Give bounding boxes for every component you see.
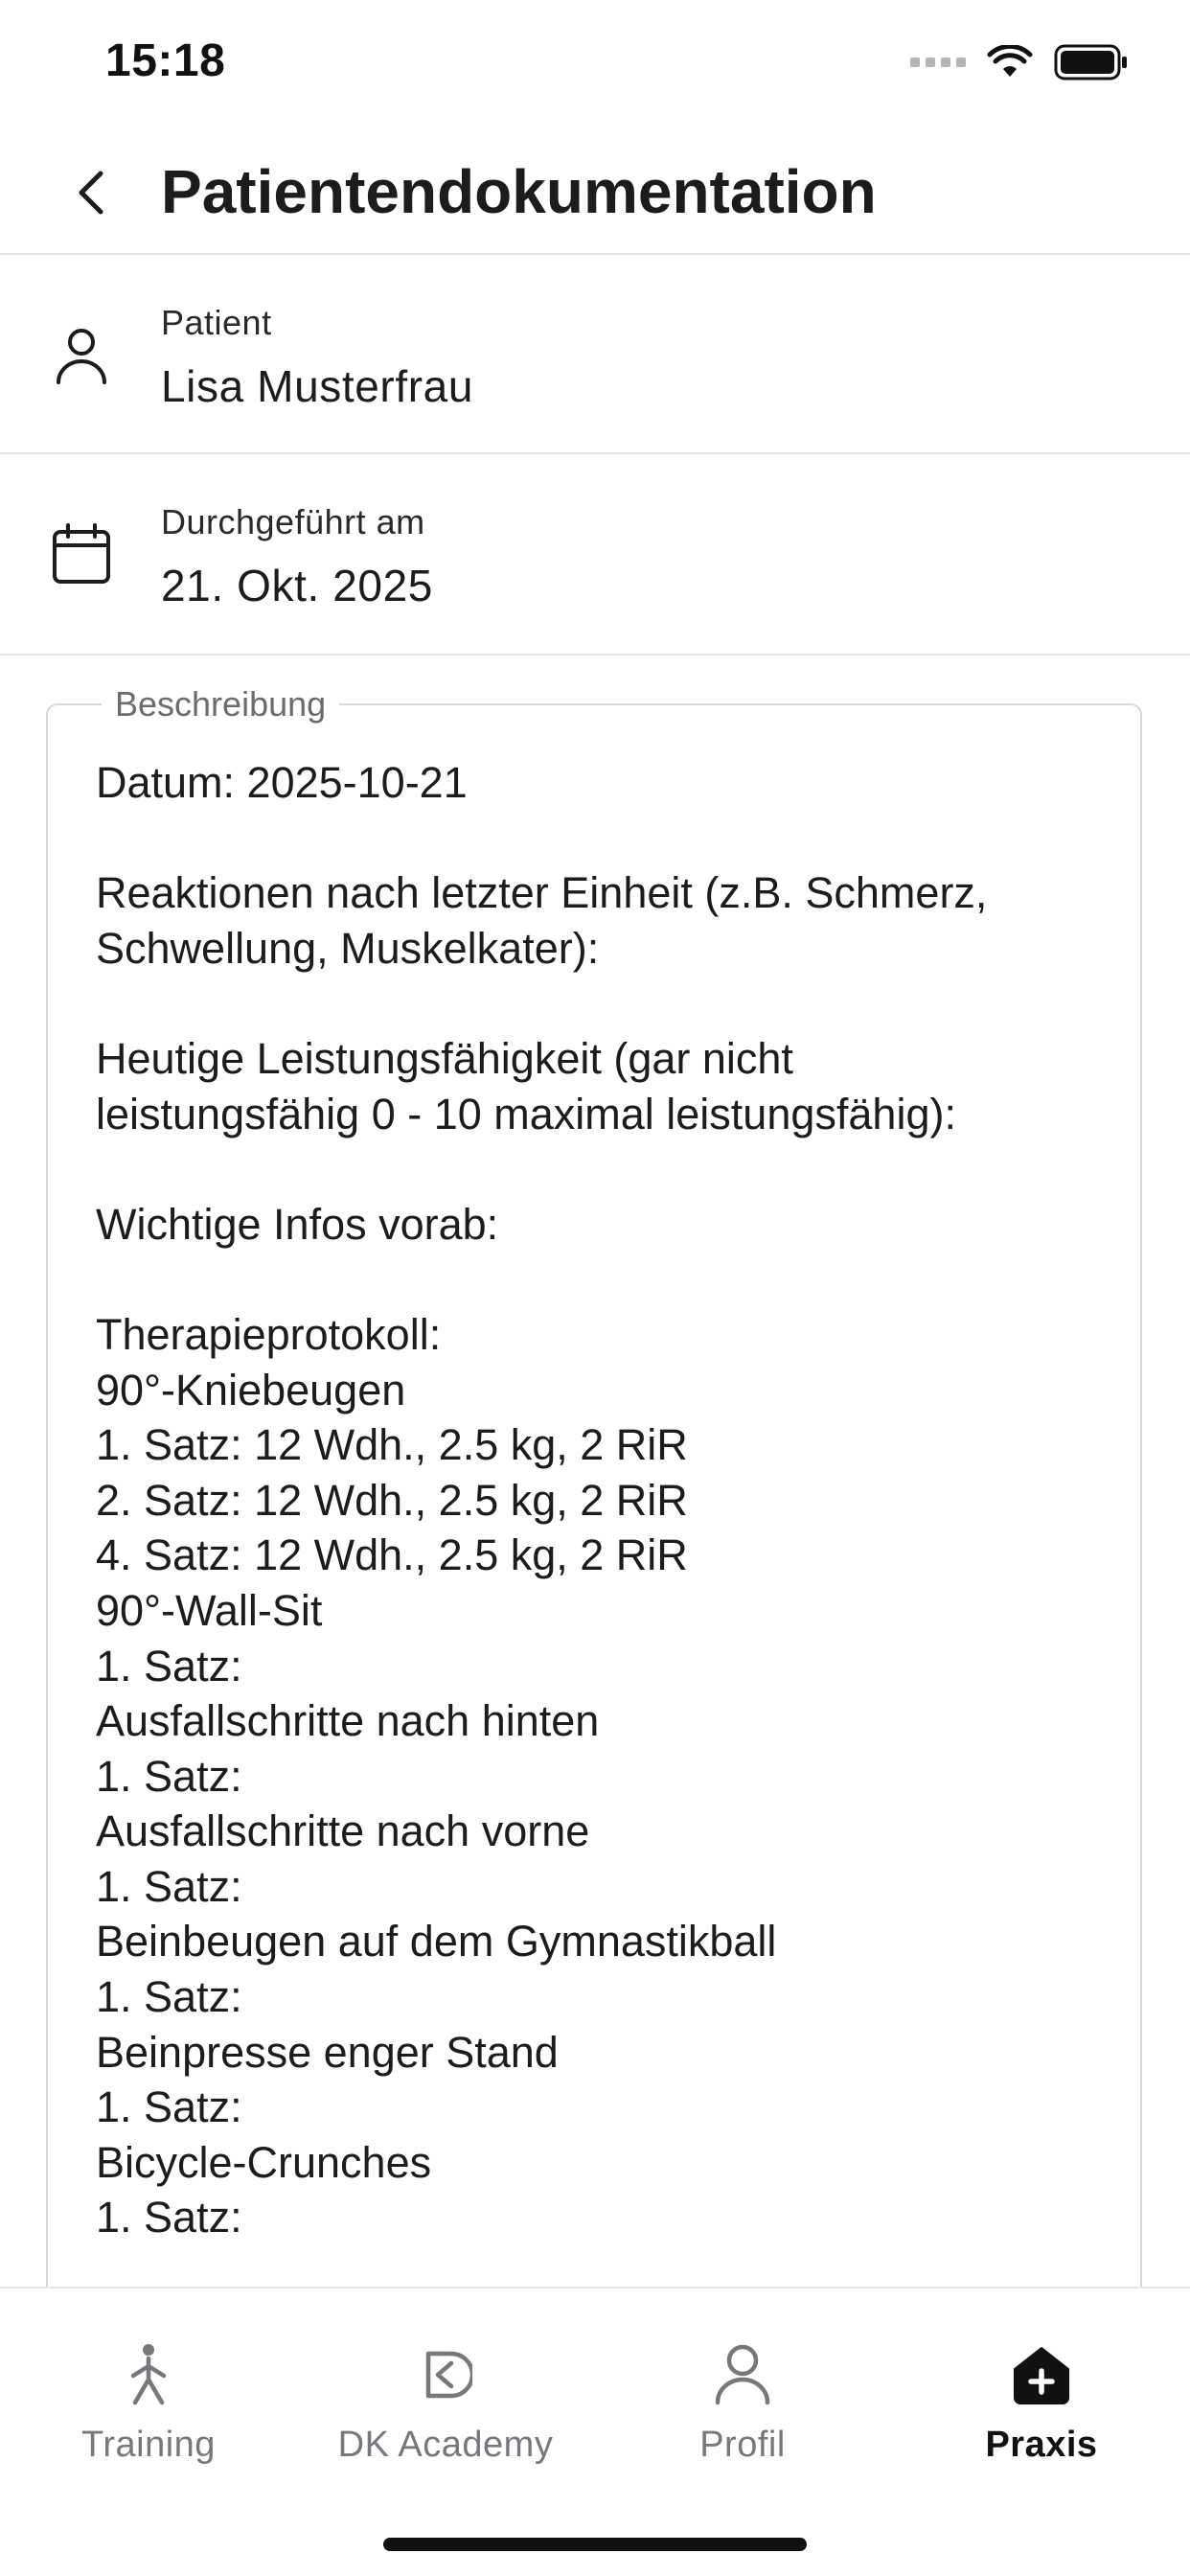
nav-item-training[interactable]: Training bbox=[5, 2336, 292, 2490]
nav-label-profil: Profil bbox=[699, 2425, 786, 2465]
nav-label-academy: DK Academy bbox=[337, 2425, 554, 2465]
academy-logo-icon bbox=[407, 2336, 484, 2413]
walking-person-icon bbox=[110, 2336, 187, 2413]
date-divider bbox=[0, 654, 1190, 656]
nav-label-training: Training bbox=[81, 2425, 216, 2465]
bottom-nav: Training DK Academy Profil Praxis bbox=[0, 2287, 1190, 2576]
practice-plus-icon bbox=[1003, 2336, 1080, 2413]
description-textarea[interactable]: Beschreibung Datum: 2025-10-21 Reaktione… bbox=[46, 684, 1142, 2333]
description-label: Beschreibung bbox=[102, 684, 340, 724]
back-button[interactable] bbox=[57, 159, 125, 226]
nav-label-praxis: Praxis bbox=[985, 2425, 1098, 2465]
patient-label: Patient bbox=[161, 303, 272, 342]
description-text[interactable]: Datum: 2025-10-21 Reaktionen nach letzte… bbox=[96, 755, 1092, 2245]
battery-icon bbox=[1054, 44, 1127, 80]
status-time: 15:18 bbox=[105, 35, 226, 86]
patient-name: Lisa Musterfrau bbox=[161, 361, 474, 411]
date-value: 21. Okt. 2025 bbox=[161, 561, 433, 610]
chevron-left-icon bbox=[79, 171, 103, 215]
person-icon bbox=[704, 2336, 781, 2413]
calendar-icon bbox=[48, 521, 115, 588]
page-title: Patientendokumentation bbox=[161, 157, 877, 226]
status-icons bbox=[910, 44, 1129, 80]
nav-item-profil[interactable]: Profil bbox=[599, 2336, 886, 2490]
wifi-icon bbox=[987, 45, 1033, 77]
nav-item-academy[interactable]: DK Academy bbox=[302, 2336, 589, 2490]
home-indicator bbox=[383, 2538, 807, 2551]
header: Patientendokumentation bbox=[0, 134, 1190, 253]
patient-row[interactable]: Patient Lisa Musterfrau bbox=[0, 255, 1190, 452]
status-bar: 15:18 bbox=[0, 0, 1190, 134]
person-icon bbox=[48, 322, 115, 389]
nav-item-praxis[interactable]: Praxis bbox=[898, 2336, 1185, 2490]
cellular-signal-icon bbox=[910, 58, 966, 67]
date-row[interactable]: Durchgeführt am 21. Okt. 2025 bbox=[0, 454, 1190, 652]
date-label: Durchgeführt am bbox=[161, 502, 425, 541]
